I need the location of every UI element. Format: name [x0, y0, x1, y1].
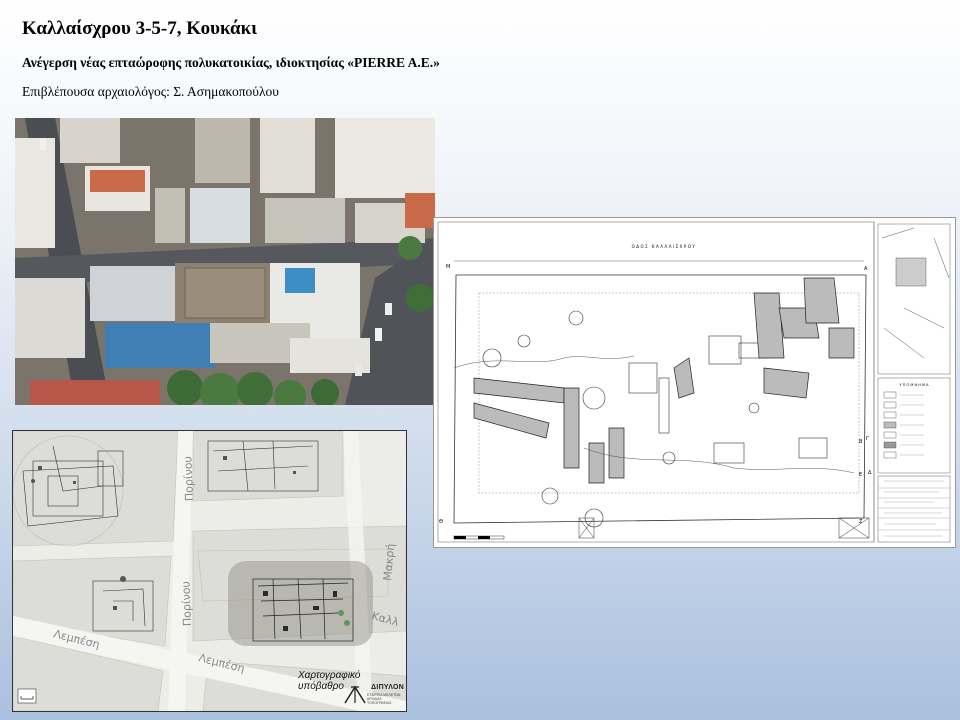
excavation-plan: Υ Π Ο Μ Ν Η Μ Α ΟΔΟΣ ΚΑΛΛΑΙΣΧΡΟΥ Μ Α Θ Ζ…: [433, 217, 956, 548]
supervisor-line: Επιβλέπουσα αρχαιολόγος: Σ. Ασημακοπούλο…: [22, 84, 279, 99]
street-porinou-lower: Πορίνου: [179, 581, 194, 626]
corner-label-theta: Θ: [439, 519, 443, 525]
slide-title: Καλλαίσχρου 3-5-7, Κουκάκι: [22, 18, 258, 39]
corner-label-d: Δ: [868, 470, 872, 476]
street-label: ΟΔΟΣ ΚΑΛΛΑΙΣΧΡΟΥ: [632, 244, 697, 249]
street-porinou: Πορίνου: [181, 456, 196, 501]
corner-label-g: Γ: [866, 436, 869, 442]
map-scale-icon: [17, 688, 37, 704]
corner-label-b: Β: [859, 439, 863, 445]
corner-label-e: Ε: [859, 472, 862, 478]
legend-title: Υ Π Ο Μ Ν Η Μ Α: [900, 383, 930, 387]
logo-name: ΔΙΠΥΛΟΝ: [371, 684, 405, 691]
aerial-photo: [15, 118, 435, 405]
logo-subtitle: ΕΤΑΙΡΕΙΑ ΜΕΛΕΤΩΝ ΑΡΧΑΙΑΣ ΤΟΠΟΓΡΑΦΙΑΣ: [367, 693, 401, 705]
cartographic-map: Πορίνου Πορίνου Καλλ Λεμπέση Λεμπέση Μακ…: [12, 430, 407, 712]
slide-subtitle: Ανέγερση νέας επταώροφης πολυκατοικίας, …: [22, 55, 440, 70]
corner-label-a: Α: [864, 266, 868, 272]
corner-label-z: Ζ: [859, 519, 863, 525]
corner-label-m: Μ: [446, 264, 450, 270]
